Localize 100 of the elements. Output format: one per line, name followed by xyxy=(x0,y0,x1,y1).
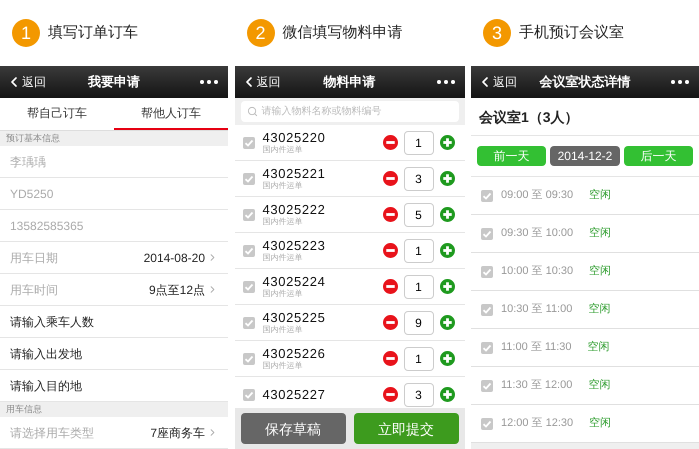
item-type: 国内件运单 xyxy=(262,254,304,262)
step-caption: 微信填写物料申请 xyxy=(282,22,402,43)
quantity-field[interactable]: 1 xyxy=(404,130,434,154)
time-slot: 09:00 至 09:30 xyxy=(501,187,574,204)
field-label: 用车日期 xyxy=(10,250,58,266)
item-code: 43025222 xyxy=(262,203,326,216)
back-button[interactable]: 返回 xyxy=(6,74,46,90)
search-placeholder: 请输入物料名称或物料编号 xyxy=(262,104,382,119)
item-code: 43025220 xyxy=(262,131,326,144)
quantity-field[interactable]: 9 xyxy=(404,310,434,334)
checked-checkbox-icon[interactable] xyxy=(481,418,493,430)
screen-title: 会议室状态详情 xyxy=(540,73,630,92)
date-picker[interactable]: 2014-12-2 xyxy=(550,146,620,166)
minus-icon[interactable] xyxy=(382,351,398,366)
section-header: 预订基本信息 xyxy=(0,131,228,146)
item-code: 43025224 xyxy=(262,275,326,288)
section-header: 用车信息 xyxy=(0,402,228,417)
slot-status: 空闲 xyxy=(589,226,612,242)
checked-checkbox-icon[interactable] xyxy=(481,190,493,202)
checked-checkbox-icon[interactable] xyxy=(242,280,254,292)
slot-status: 空闲 xyxy=(589,188,612,204)
step-number: 1 xyxy=(12,19,40,47)
quantity-field[interactable]: 3 xyxy=(404,166,434,190)
slot-status: 空闲 xyxy=(589,416,612,432)
item-code: 43025221 xyxy=(262,167,326,180)
save-draft-button[interactable]: 保存草稿 xyxy=(240,413,346,444)
checked-checkbox-icon[interactable] xyxy=(242,208,254,220)
minus-icon[interactable] xyxy=(382,279,398,294)
minus-icon[interactable] xyxy=(382,315,398,330)
slot-status: 空闲 xyxy=(589,264,612,280)
picker-value[interactable]: 2014-08-20 xyxy=(144,250,205,266)
room-title: 会议室1（3人） xyxy=(479,108,579,126)
item-type: 国内件运单 xyxy=(262,146,304,154)
input-field[interactable]: 请输入乘车人数 xyxy=(10,314,94,330)
quantity-field[interactable]: 1 xyxy=(404,274,434,298)
checked-checkbox-icon[interactable] xyxy=(242,316,254,328)
plus-icon[interactable] xyxy=(440,135,454,150)
checked-checkbox-icon[interactable] xyxy=(481,380,493,392)
screen-title: 我要申请 xyxy=(88,73,140,92)
picker-value[interactable]: 7座商务车 xyxy=(150,424,205,440)
back-button[interactable]: 返回 xyxy=(477,74,517,90)
more-icon[interactable] xyxy=(200,80,218,84)
time-slot: 11:30 至 12:00 xyxy=(501,377,572,394)
field-value: YD5250 xyxy=(10,186,54,202)
field-value: 李瑀瑀 xyxy=(10,154,46,170)
item-code: 43025227 xyxy=(262,388,326,401)
plus-icon[interactable] xyxy=(440,207,454,222)
item-code: 43025223 xyxy=(262,239,326,252)
field-label: 用车时间 xyxy=(10,282,58,298)
slot-status: 空闲 xyxy=(588,340,610,356)
step-number: 2 xyxy=(246,19,274,47)
checked-checkbox-icon[interactable] xyxy=(481,342,493,354)
plus-icon[interactable] xyxy=(440,171,454,186)
plus-icon[interactable] xyxy=(440,279,454,294)
checked-checkbox-icon[interactable] xyxy=(242,172,254,184)
item-code: 43025225 xyxy=(262,311,326,324)
back-button[interactable]: 返回 xyxy=(240,74,280,90)
checked-checkbox-icon[interactable] xyxy=(242,136,254,148)
quantity-field[interactable]: 1 xyxy=(404,346,434,370)
item-code: 43025226 xyxy=(262,347,326,360)
plus-icon[interactable] xyxy=(440,351,454,366)
checked-checkbox-icon[interactable] xyxy=(481,304,493,316)
minus-icon[interactable] xyxy=(382,171,398,186)
time-slot: 10:00 至 10:30 xyxy=(501,263,574,280)
quantity-field[interactable]: 5 xyxy=(404,202,434,226)
item-type: 国内件运单 xyxy=(262,218,304,226)
plus-icon[interactable] xyxy=(440,387,454,402)
item-type: 国内件运单 xyxy=(262,362,304,370)
minus-icon[interactable] xyxy=(382,135,398,150)
minus-icon[interactable] xyxy=(382,387,398,402)
tab[interactable]: 帮自己订车 xyxy=(0,98,114,130)
plus-icon[interactable] xyxy=(440,315,454,330)
input-field[interactable]: 请输入目的地 xyxy=(10,378,82,394)
minus-icon[interactable] xyxy=(382,243,398,258)
field-value: 13582585365 xyxy=(10,218,84,234)
quantity-field[interactable]: 3 xyxy=(404,382,434,406)
quantity-field[interactable]: 1 xyxy=(404,238,434,262)
checked-checkbox-icon[interactable] xyxy=(242,388,254,400)
time-slot: 10:30 至 11:00 xyxy=(501,301,572,318)
slot-status: 空闲 xyxy=(588,378,610,394)
time-slot: 11:00 至 11:30 xyxy=(501,339,572,356)
more-icon[interactable] xyxy=(671,80,689,84)
time-slot: 09:30 至 10:00 xyxy=(501,225,574,242)
step-caption: 手机预订会议室 xyxy=(519,22,624,43)
slot-status: 空闲 xyxy=(588,302,610,318)
minus-icon[interactable] xyxy=(382,207,398,222)
checked-checkbox-icon[interactable] xyxy=(481,228,493,240)
screen-title: 物料申请 xyxy=(324,73,376,92)
input-field[interactable]: 请输入出发地 xyxy=(10,346,82,362)
submit-button[interactable]: 立即提交 xyxy=(354,413,458,444)
more-icon[interactable] xyxy=(436,80,454,84)
plus-icon[interactable] xyxy=(440,243,454,258)
item-type: 国内件运单 xyxy=(262,182,304,190)
checked-checkbox-icon[interactable] xyxy=(242,352,254,364)
field-label: 请选择用车类型 xyxy=(10,424,94,440)
item-type: 国内件运单 xyxy=(262,290,304,298)
checked-checkbox-icon[interactable] xyxy=(481,266,493,278)
step-number: 3 xyxy=(483,19,511,47)
checked-checkbox-icon[interactable] xyxy=(242,244,254,256)
picker-value[interactable]: 9点至12点 xyxy=(148,282,205,298)
